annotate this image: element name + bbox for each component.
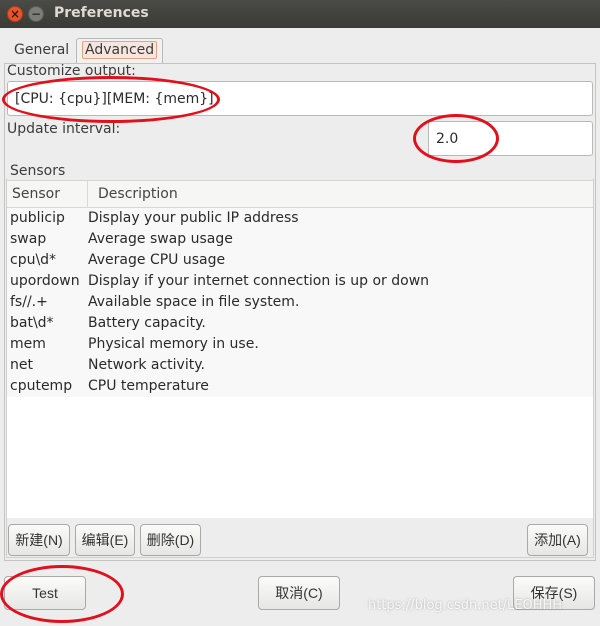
- table-row[interactable]: cpu\d* Average CPU usage: [7, 250, 593, 271]
- tab-advanced[interactable]: Advanced: [76, 38, 164, 64]
- sensor-cell: swap: [10, 231, 47, 247]
- description-cell: CPU temperature: [88, 378, 209, 394]
- column-divider: [87, 181, 88, 208]
- table-row[interactable]: net Network activity.: [7, 355, 593, 376]
- sensor-cell: fs//.+: [10, 294, 48, 310]
- sensor-cell: cputemp: [10, 378, 73, 394]
- sensors-table-body: publicip Display your public IP address …: [7, 208, 593, 397]
- description-cell: Display if your internet connection is u…: [88, 273, 430, 289]
- sensor-cell: mem: [10, 336, 46, 352]
- delete-sensor-button[interactable]: 删除(D): [140, 524, 201, 556]
- sensors-section-label: Sensors: [10, 163, 66, 179]
- table-row[interactable]: fs//.+ Available space in file system.: [7, 292, 593, 313]
- sensor-cell: cpu\d*: [10, 252, 57, 268]
- table-row[interactable]: bat\d* Battery capacity.: [7, 313, 593, 334]
- column-header-description[interactable]: Description: [98, 186, 178, 202]
- table-row[interactable]: swap Average swap usage: [7, 229, 593, 250]
- new-sensor-button[interactable]: 新建(N): [8, 524, 70, 556]
- minimize-icon[interactable]: −: [28, 6, 44, 22]
- title-bar: × − Preferences: [0, 0, 600, 28]
- table-row[interactable]: cputemp CPU temperature: [7, 376, 593, 397]
- test-button[interactable]: Test: [4, 576, 86, 610]
- update-interval-label: Update interval:: [7, 121, 121, 137]
- description-cell: Available space in file system.: [88, 294, 300, 310]
- sensors-table-header: Sensor Description: [7, 181, 593, 208]
- description-cell: Average swap usage: [88, 231, 233, 247]
- table-row[interactable]: mem Physical memory in use.: [7, 334, 593, 355]
- sensor-cell: upordown: [10, 273, 80, 289]
- tab-general[interactable]: General: [14, 42, 69, 58]
- description-cell: Display your public IP address: [88, 210, 299, 226]
- sensor-cell: bat\d*: [10, 315, 54, 331]
- sensor-cell: publicip: [10, 210, 65, 226]
- description-cell: Physical memory in use.: [88, 336, 259, 352]
- close-icon[interactable]: ×: [7, 6, 23, 22]
- watermark-text: https://blog.csdn.net/LEOHHH: [368, 598, 563, 613]
- window-title: Preferences: [54, 5, 149, 21]
- column-header-sensor[interactable]: Sensor: [12, 186, 60, 202]
- customize-output-label: Customize output:: [7, 63, 136, 79]
- table-row[interactable]: publicip Display your public IP address: [7, 208, 593, 229]
- description-cell: Battery capacity.: [88, 315, 206, 331]
- table-row[interactable]: upordown Display if your internet connec…: [7, 271, 593, 292]
- edit-sensor-button[interactable]: 编辑(E): [75, 524, 135, 556]
- customize-output-input[interactable]: [CPU: {cpu}][MEM: {mem}]: [7, 81, 593, 116]
- description-cell: Network activity.: [88, 357, 205, 373]
- update-interval-input[interactable]: 2.0: [428, 121, 593, 156]
- cancel-button[interactable]: 取消(C): [258, 576, 340, 610]
- description-cell: Average CPU usage: [88, 252, 226, 268]
- sensor-cell: net: [10, 357, 33, 373]
- tab-advanced-label: Advanced: [82, 41, 158, 59]
- add-sensor-button[interactable]: 添加(A): [527, 524, 588, 556]
- sensors-table[interactable]: Sensor Description publicip Display your…: [7, 180, 593, 518]
